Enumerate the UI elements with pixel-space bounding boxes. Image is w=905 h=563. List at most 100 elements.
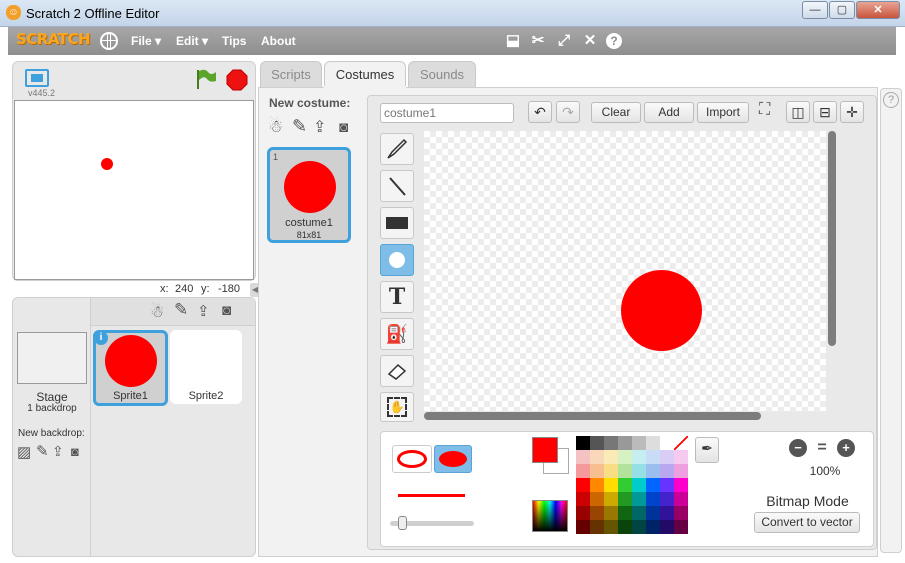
palette-swatch[interactable] <box>618 478 632 492</box>
rectangle-tool[interactable] <box>380 207 414 239</box>
palette-swatch[interactable] <box>646 450 660 464</box>
palette-swatch[interactable] <box>590 520 604 534</box>
primary-color-swatch[interactable] <box>532 437 558 463</box>
palette-swatch[interactable] <box>660 450 674 464</box>
palette-swatch[interactable] <box>576 478 590 492</box>
import-button[interactable]: Import <box>697 102 749 123</box>
outline-shape-option[interactable] <box>392 445 432 473</box>
palette-swatch[interactable] <box>618 520 632 534</box>
drawing-canvas[interactable] <box>424 131 826 411</box>
palette-swatch[interactable] <box>590 450 604 464</box>
palette-swatch[interactable] <box>576 450 590 464</box>
edit-menu[interactable]: Edit ▾ <box>176 34 208 48</box>
slider-handle[interactable] <box>398 516 407 530</box>
palette-swatch[interactable] <box>660 464 674 478</box>
stage-thumbnail[interactable] <box>17 332 87 384</box>
tab-sounds[interactable]: Sounds <box>408 61 476 88</box>
palette-swatch[interactable] <box>674 436 688 450</box>
palette-swatch[interactable] <box>674 450 688 464</box>
costume-library-icon[interactable]: ☃ <box>268 117 283 137</box>
palette-swatch[interactable] <box>674 506 688 520</box>
upload-backdrop-icon[interactable]: ⇪ <box>52 443 64 460</box>
palette-swatch[interactable] <box>632 506 646 520</box>
palette-swatch[interactable] <box>576 506 590 520</box>
upload-costume-icon[interactable]: ⇪ <box>313 117 326 137</box>
eyedropper-icon[interactable]: ✒ <box>695 437 719 463</box>
shrink-icon[interactable]: ✕ <box>580 31 600 51</box>
green-flag-icon[interactable] <box>195 68 217 90</box>
palette-swatch[interactable] <box>674 478 688 492</box>
palette-swatch[interactable] <box>674 464 688 478</box>
tab-costumes[interactable]: Costumes <box>324 61 406 89</box>
palette-swatch[interactable] <box>604 492 618 506</box>
crop-icon[interactable]: ⛶ <box>759 101 770 119</box>
palette-swatch[interactable] <box>618 506 632 520</box>
sprite2-tile[interactable]: Sprite2 <box>170 330 242 404</box>
fill-tool[interactable]: ⛽ <box>380 318 414 350</box>
set-center-icon[interactable]: ✛ <box>840 101 864 123</box>
maximize-button[interactable]: ▢ <box>829 1 855 19</box>
upload-sprite-icon[interactable]: ⇪ <box>197 302 210 320</box>
cut-icon[interactable]: ✂ <box>528 31 548 51</box>
palette-swatch[interactable] <box>604 478 618 492</box>
sprite-library-icon[interactable]: ☃ <box>150 302 164 322</box>
palette-swatch[interactable] <box>576 436 590 450</box>
camera-costume-icon[interactable]: ◙ <box>339 119 348 136</box>
palette-swatch[interactable] <box>604 436 618 450</box>
select-tool[interactable]: ✋ <box>380 392 414 422</box>
clear-button[interactable]: Clear <box>591 102 641 123</box>
line-tool[interactable] <box>380 170 414 202</box>
fullscreen-icon[interactable] <box>25 69 49 87</box>
zoom-reset-icon[interactable]: = <box>813 439 831 457</box>
brush-tool[interactable] <box>380 133 414 165</box>
palette-swatch[interactable] <box>632 464 646 478</box>
redo-icon[interactable]: ↷ <box>556 101 580 123</box>
palette-swatch[interactable] <box>646 520 660 534</box>
palette-swatch[interactable] <box>604 450 618 464</box>
palette-swatch[interactable] <box>646 464 660 478</box>
minimize-button[interactable]: — <box>802 1 828 19</box>
palette-swatch[interactable] <box>646 492 660 506</box>
costume-circle[interactable] <box>621 270 702 351</box>
horizontal-scrollbar[interactable] <box>424 412 761 420</box>
palette-swatch[interactable] <box>576 492 590 506</box>
palette-swatch[interactable] <box>590 464 604 478</box>
palette-swatch[interactable] <box>632 436 646 450</box>
palette-swatch[interactable] <box>618 464 632 478</box>
text-tool[interactable]: T <box>380 281 414 313</box>
about-menu[interactable]: About <box>261 34 296 48</box>
filled-shape-option[interactable] <box>434 445 472 473</box>
color-palette[interactable] <box>576 436 688 534</box>
camera-backdrop-icon[interactable]: ◙ <box>71 444 79 459</box>
palette-swatch[interactable] <box>590 506 604 520</box>
flip-vertical-icon[interactable]: ⊟ <box>813 101 837 123</box>
file-menu[interactable]: File ▾ <box>131 34 161 48</box>
eraser-tool[interactable] <box>380 355 414 387</box>
tab-scripts[interactable]: Scripts <box>260 61 322 88</box>
palette-swatch[interactable] <box>674 520 688 534</box>
costume-tile-selected[interactable]: 1 costume1 81x81 <box>267 147 351 243</box>
palette-swatch[interactable] <box>576 464 590 478</box>
info-icon[interactable]: i <box>94 331 108 345</box>
tips-menu[interactable]: Tips <box>222 34 246 48</box>
sprite-tile-selected[interactable]: Sprite1 i <box>93 330 168 406</box>
palette-swatch[interactable] <box>618 436 632 450</box>
palette-swatch[interactable] <box>604 520 618 534</box>
paint-sprite-icon[interactable]: ✎ <box>174 300 188 320</box>
stop-icon[interactable] <box>226 69 248 91</box>
palette-swatch[interactable] <box>660 506 674 520</box>
zoom-out-icon[interactable]: − <box>789 439 807 457</box>
add-button[interactable]: Add <box>644 102 694 123</box>
sprite-on-stage[interactable] <box>101 158 113 170</box>
undo-icon[interactable]: ↶ <box>528 101 552 123</box>
palette-swatch[interactable] <box>660 492 674 506</box>
help-side-panel[interactable] <box>880 88 902 553</box>
palette-swatch[interactable] <box>576 520 590 534</box>
language-globe-icon[interactable] <box>100 32 118 50</box>
close-button[interactable]: ✕ <box>856 1 900 19</box>
palette-swatch[interactable] <box>646 506 660 520</box>
grow-icon[interactable]: ⤢ <box>554 31 574 51</box>
paint-costume-icon[interactable]: ✎ <box>292 116 307 137</box>
costume-name-input[interactable] <box>380 103 514 123</box>
vertical-scrollbar[interactable] <box>828 131 836 346</box>
